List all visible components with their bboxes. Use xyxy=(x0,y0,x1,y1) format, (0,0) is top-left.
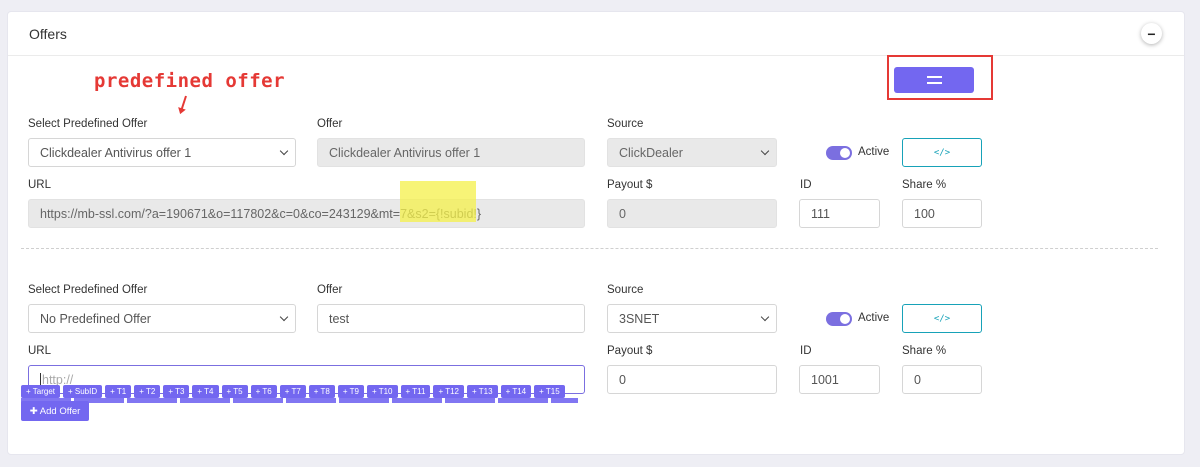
predefined-offer-label: Select Predefined Offer xyxy=(28,284,148,296)
predefined-offer-label: Select Predefined Offer xyxy=(28,118,148,130)
payout-label: Payout $ xyxy=(607,345,653,357)
active-label: Active xyxy=(858,312,890,324)
share-field[interactable]: 100 xyxy=(902,199,982,228)
token-tag-button[interactable]: + T10 xyxy=(366,385,398,398)
predefined-offer-select[interactable]: Clickdealer Antivirus offer 1 xyxy=(28,138,296,167)
drag-icon xyxy=(927,76,942,78)
collapse-button[interactable]: − xyxy=(1141,23,1162,44)
id-field[interactable]: 1001 xyxy=(799,365,880,394)
token-tag-button[interactable]: + T11 xyxy=(400,385,431,398)
source-label: Source xyxy=(607,118,644,130)
active-toggle[interactable] xyxy=(826,312,852,326)
payout-field[interactable]: 0 xyxy=(607,365,777,394)
id-label: ID xyxy=(800,345,812,357)
token-tag-button[interactable]: + T15 xyxy=(534,385,565,398)
token-tag-button[interactable]: + T9 xyxy=(337,385,364,398)
token-tags: + Target + SubID + T1 + T2 + T3 + T4 + T5 + T6 +… xyxy=(21,385,578,399)
share-label: Share % xyxy=(902,179,947,191)
token-tag-button[interactable]: + T7 xyxy=(279,385,306,398)
payout-label: Payout $ xyxy=(607,179,653,191)
token-tag-button[interactable]: + Target xyxy=(21,385,60,398)
annotation-label: predefined offer xyxy=(94,70,286,92)
predefined-offer-value: No Predefined Offer xyxy=(40,311,151,326)
url-label: URL xyxy=(28,179,52,191)
token-tag-button[interactable]: + SubID xyxy=(62,385,103,398)
predefined-offer-value: Clickdealer Antivirus offer 1 xyxy=(40,145,192,160)
active-label: Active xyxy=(858,146,890,158)
share-label: Share % xyxy=(902,345,947,357)
token-tag-button[interactable]: + T12 xyxy=(433,385,465,398)
url-label: URL xyxy=(28,345,52,357)
code-button[interactable]: </> xyxy=(902,138,982,167)
drag-handle-button[interactable] xyxy=(894,67,974,93)
token-tag-button[interactable]: + T13 xyxy=(467,385,498,398)
offer-label: Offer xyxy=(317,284,343,296)
chevron-down-icon xyxy=(279,312,289,322)
token-tag-button[interactable]: + T2 xyxy=(134,385,161,398)
offer-name-field: Clickdealer Antivirus offer 1 xyxy=(317,138,585,167)
token-tag-button[interactable]: + T5 xyxy=(221,385,248,398)
token-tag-button[interactable]: + T4 xyxy=(192,385,219,398)
chevron-down-icon xyxy=(760,146,770,156)
url-field: https://mb-ssl.com/?a=190671&o=117802&c=… xyxy=(28,199,585,228)
card-header: Offers − xyxy=(8,12,1184,56)
token-tag-button[interactable]: + T6 xyxy=(250,385,277,398)
payout-field: 0 xyxy=(607,199,777,228)
add-offer-button[interactable]: ✚ Add Offer xyxy=(21,401,89,421)
card-title: Offers xyxy=(29,26,67,42)
offer-name-field[interactable]: test xyxy=(317,304,585,333)
id-field[interactable]: 111 xyxy=(799,199,880,228)
token-tag-button[interactable]: + T14 xyxy=(500,385,532,398)
code-button[interactable]: </> xyxy=(902,304,982,333)
id-label: ID xyxy=(800,179,812,191)
chevron-down-icon xyxy=(279,146,289,156)
offer-label: Offer xyxy=(317,118,343,130)
offer-divider xyxy=(21,248,1158,249)
predefined-offer-select[interactable]: No Predefined Offer xyxy=(28,304,296,333)
chevron-down-icon xyxy=(760,312,770,322)
share-field[interactable]: 0 xyxy=(902,365,982,394)
subid-highlight xyxy=(400,181,476,222)
source-select: ClickDealer xyxy=(607,138,777,167)
source-select[interactable]: 3SNET xyxy=(607,304,777,333)
active-toggle[interactable] xyxy=(826,146,852,160)
token-tag-button[interactable]: + T1 xyxy=(105,385,132,398)
token-tag-button[interactable]: + T3 xyxy=(163,385,190,398)
source-label: Source xyxy=(607,284,644,296)
token-tag-button[interactable]: + T8 xyxy=(308,385,335,398)
